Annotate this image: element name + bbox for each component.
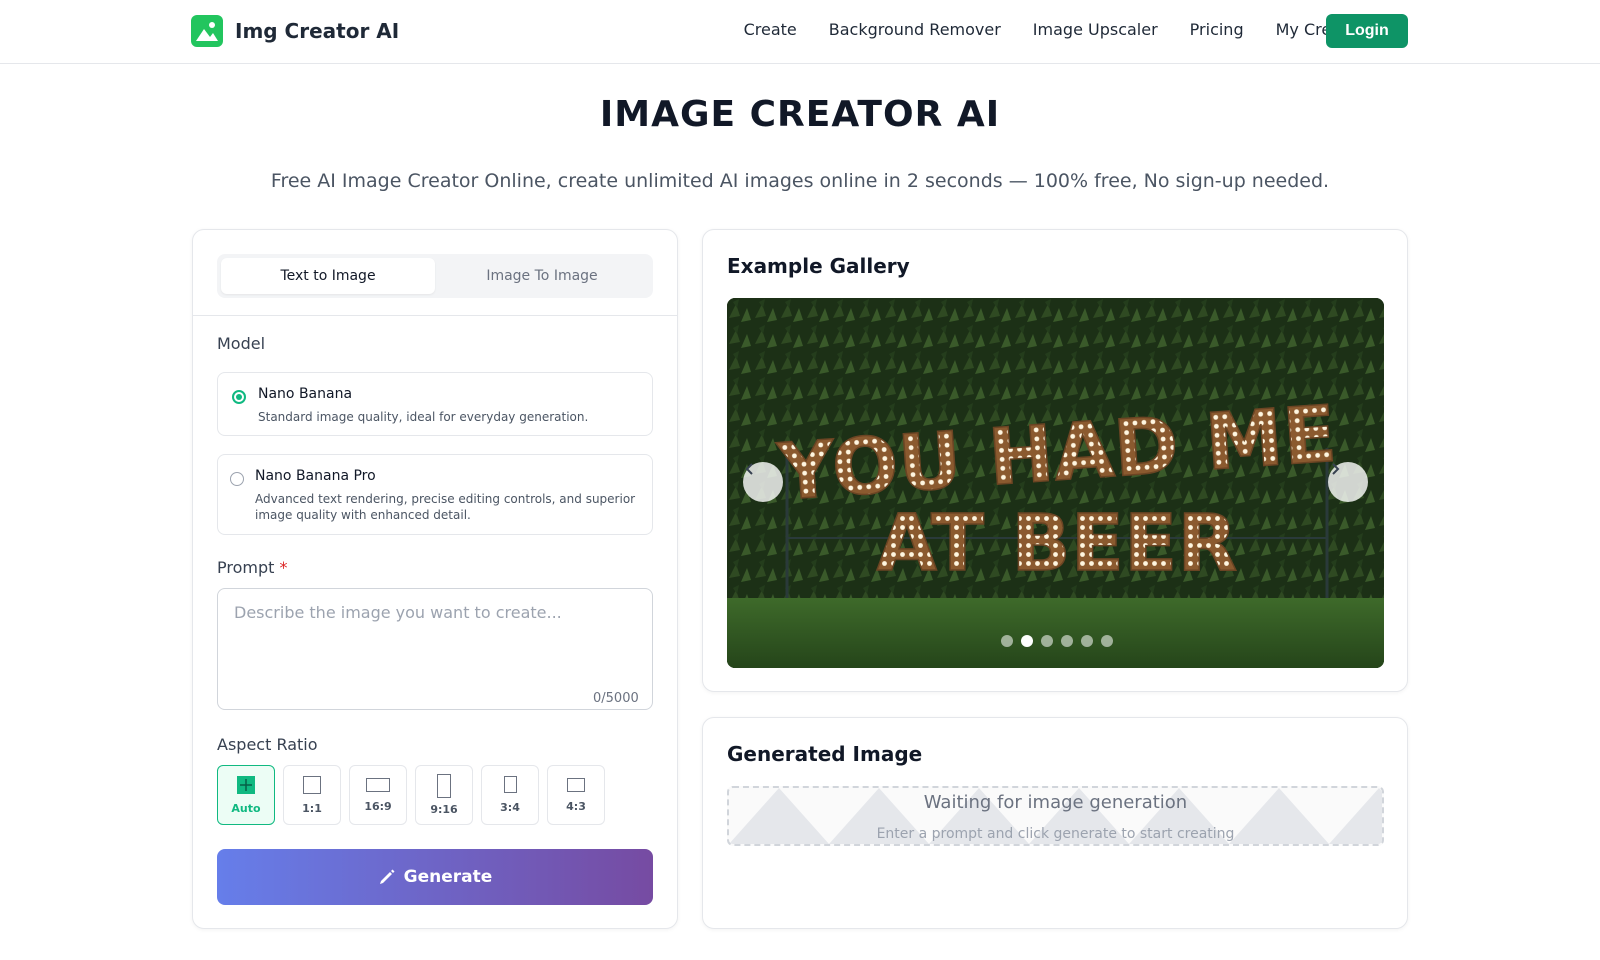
pencil-icon: [379, 869, 395, 884]
brand-logo[interactable]: Img Creator AI: [191, 15, 399, 47]
ratio-label: Auto: [231, 801, 261, 815]
nav-pricing[interactable]: Pricing: [1190, 20, 1244, 39]
ratio-label: 1:1: [302, 801, 322, 815]
generation-placeholder: Waiting for image generation Enter a pro…: [727, 786, 1384, 846]
ratio-label: 16:9: [364, 799, 392, 813]
ratio-label: 4:3: [566, 799, 586, 813]
generate-button[interactable]: Generate: [217, 849, 653, 905]
ratio-auto[interactable]: Auto: [217, 765, 275, 825]
model-option-nano-banana[interactable]: Nano Banana Standard image quality, idea…: [217, 372, 653, 436]
tabs-divider: [193, 315, 677, 316]
top-header: Img Creator AI Create Background Remover…: [0, 0, 1600, 64]
generated-image-panel: Generated Image Waiting for image genera…: [702, 717, 1408, 929]
model-name: Nano Banana Pro: [255, 468, 376, 484]
portrait-ratio-icon: [503, 776, 517, 793]
nav-create[interactable]: Create: [744, 20, 797, 39]
login-button[interactable]: Login: [1326, 14, 1408, 48]
generate-label: Generate: [403, 867, 493, 887]
ratio-3-4[interactable]: 3:4: [481, 765, 539, 825]
mode-tabs: Text to Image Image To Image: [217, 254, 653, 298]
gallery-dot[interactable]: [1061, 635, 1073, 647]
model-name: Nano Banana: [258, 386, 353, 402]
char-count: 0/5000: [593, 691, 639, 706]
model-label: Model: [217, 334, 266, 353]
gallery-dot[interactable]: [1001, 635, 1013, 647]
generated-title: Generated Image: [727, 742, 923, 766]
ratio-label: 9:16: [430, 803, 458, 816]
ratio-label: 3:4: [500, 801, 520, 814]
model-radio-nano-banana[interactable]: [232, 390, 246, 404]
model-option-nano-banana-pro[interactable]: Nano Banana Pro Advanced text rendering,…: [217, 454, 653, 535]
prompt-label: Prompt *: [217, 558, 288, 577]
square-ratio-icon: [303, 775, 321, 794]
ratio-4-3[interactable]: 4:3: [547, 765, 605, 825]
brand-name: Img Creator AI: [235, 19, 400, 43]
gallery-dot[interactable]: [1101, 635, 1113, 647]
nav-image-upscaler[interactable]: Image Upscaler: [1033, 20, 1158, 39]
main-nav: Create Background Remover Image Upscaler…: [712, 20, 1380, 39]
model-description: Standard image quality, ideal for everyd…: [258, 410, 589, 424]
gallery-title: Example Gallery: [727, 254, 910, 278]
gallery-dot[interactable]: [1041, 635, 1053, 647]
auto-ratio-icon: [237, 775, 255, 794]
portrait-ratio-icon: [437, 774, 451, 798]
chevron-left-icon: [745, 463, 753, 475]
landscape-ratio-icon: [366, 777, 390, 792]
gallery-prev-button[interactable]: [743, 462, 783, 502]
marquee-sign-photo: YOU HAD ME AT BEER: [727, 298, 1384, 668]
prompt-label-text: Prompt: [217, 558, 275, 577]
waiting-title: Waiting for image generation: [923, 792, 1188, 813]
tab-text-to-image[interactable]: Text to Image: [221, 258, 435, 294]
chevron-right-icon: [1332, 463, 1340, 475]
required-mark: *: [279, 558, 288, 577]
landscape-ratio-icon: [567, 777, 585, 792]
ratio-1-1[interactable]: 1:1: [283, 765, 341, 825]
gallery-slide-image[interactable]: YOU HAD ME AT BEER: [727, 298, 1384, 668]
waiting-subtitle: Enter a prompt and click generate to sta…: [876, 826, 1235, 842]
image-logo-icon: [191, 15, 223, 47]
gallery-next-button[interactable]: [1328, 462, 1368, 502]
sign-line-2: AT BEER: [877, 499, 1238, 589]
page-subtitle: Free AI Image Creator Online, create unl…: [270, 170, 1330, 192]
creator-panel: Text to Image Image To Image Model Nano …: [192, 229, 678, 929]
ratio-9-16[interactable]: 9:16: [415, 765, 473, 825]
example-gallery-panel: Example Gallery YOU HAD ME AT BEER: [702, 229, 1408, 692]
page-title: IMAGE CREATOR AI: [599, 94, 1001, 135]
model-radio-nano-banana-pro[interactable]: [230, 472, 244, 486]
gallery-dot-active[interactable]: [1021, 635, 1033, 647]
ratio-16-9[interactable]: 16:9: [349, 765, 407, 825]
aspect-ratio-options: Auto 1:1 16:9 9:16 3:4 4:3: [217, 765, 613, 825]
aspect-ratio-label: Aspect Ratio: [217, 735, 318, 754]
nav-background-remover[interactable]: Background Remover: [829, 20, 1001, 39]
tab-image-to-image[interactable]: Image To Image: [435, 258, 649, 294]
prompt-input[interactable]: [217, 588, 653, 710]
gallery-dots: [1001, 635, 1121, 647]
gallery-dot[interactable]: [1081, 635, 1093, 647]
model-description: Advanced text rendering, precise editing…: [255, 492, 636, 522]
